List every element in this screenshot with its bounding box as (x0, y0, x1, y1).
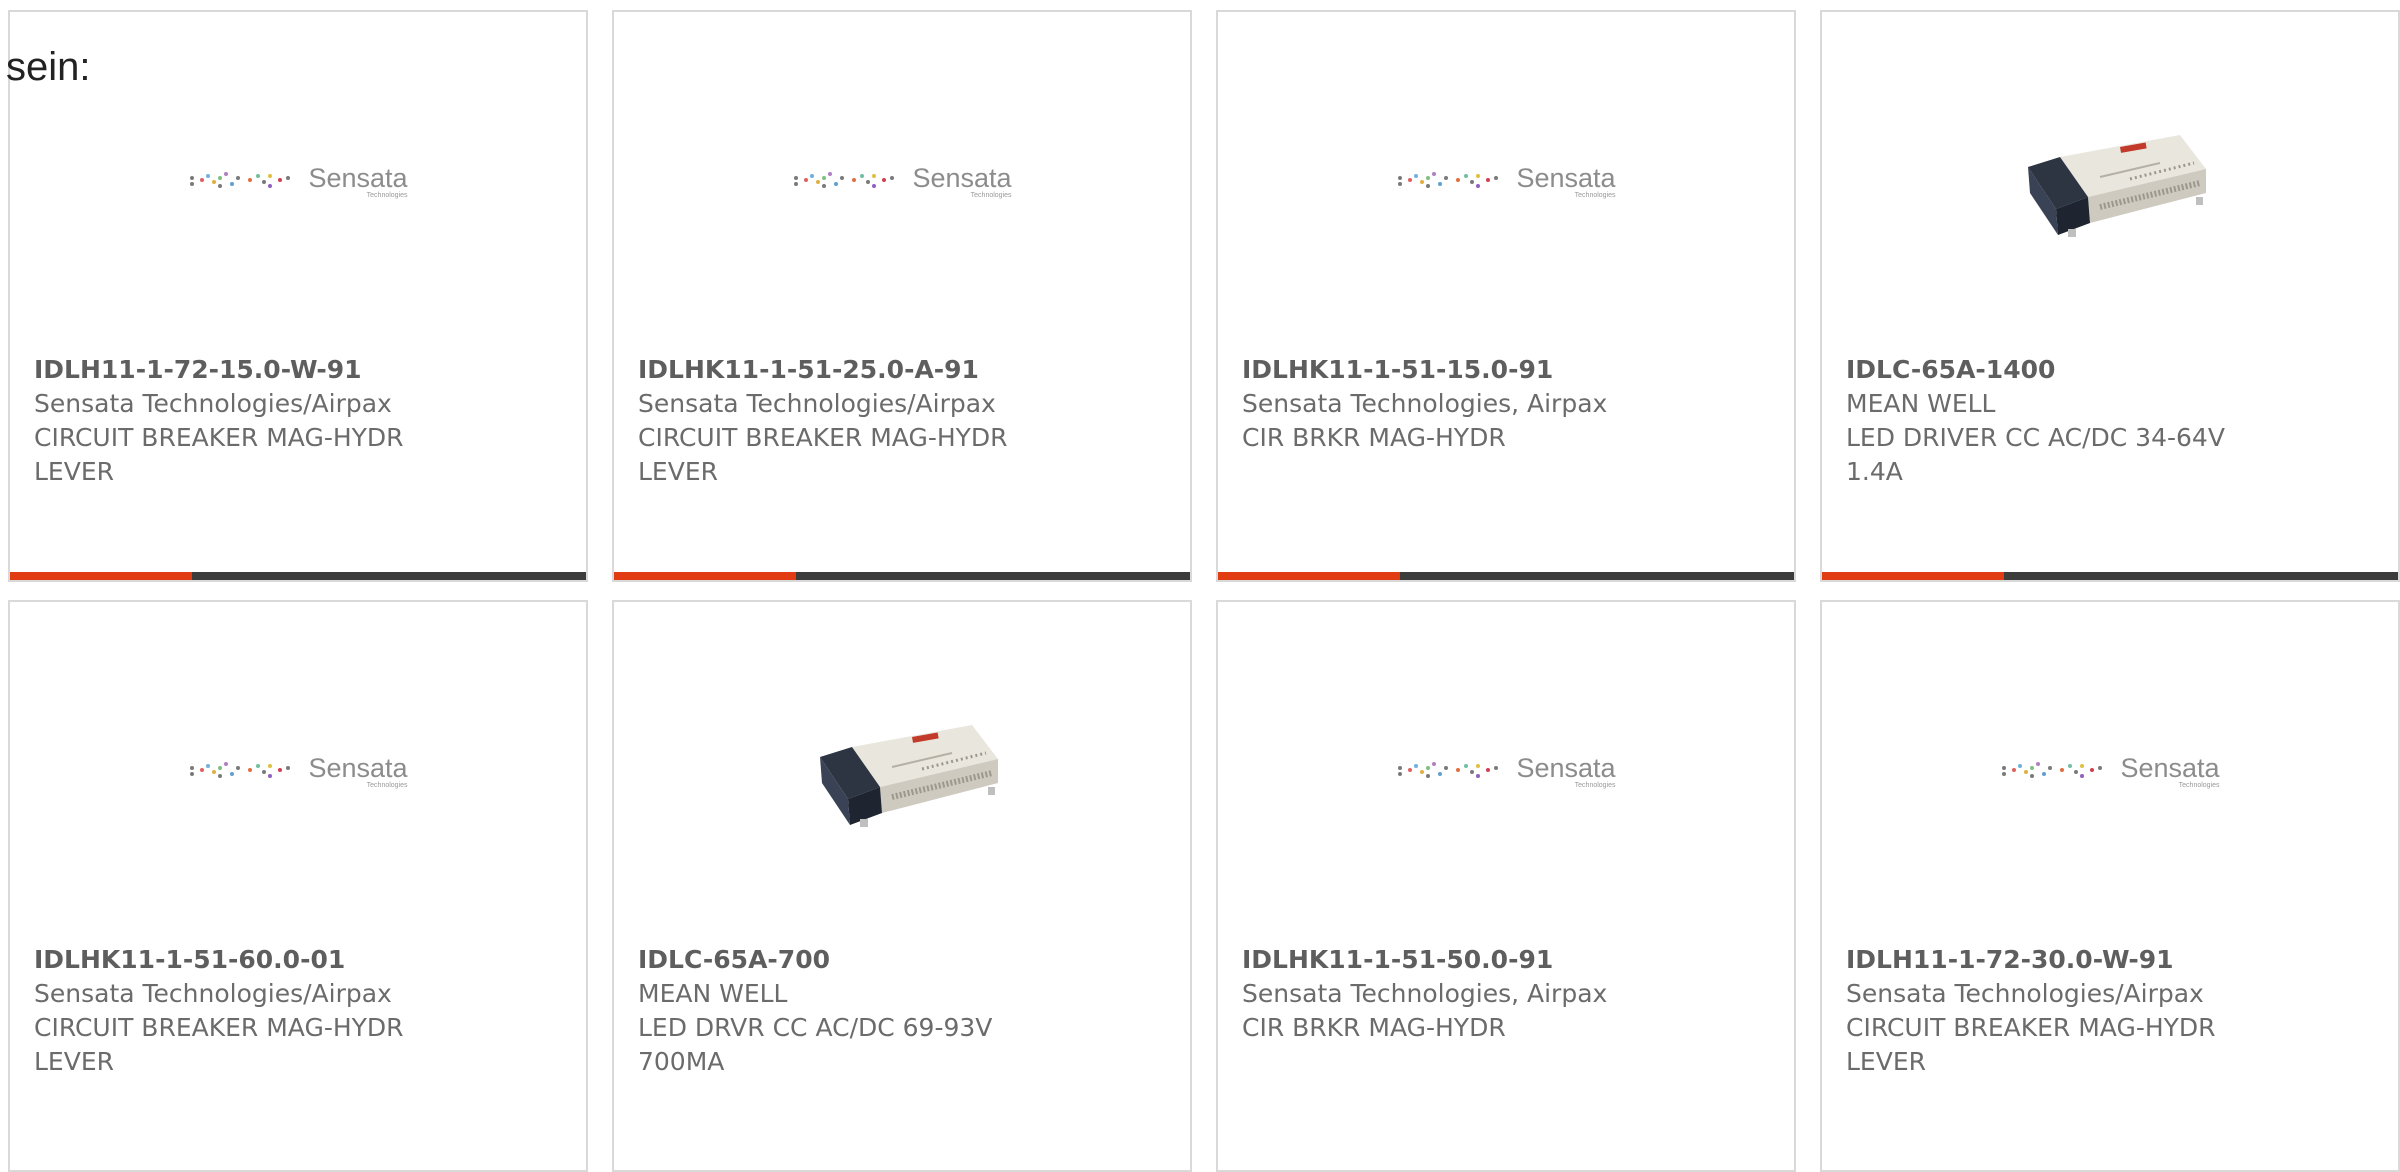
manufacturer: MEAN WELL (1846, 389, 1996, 418)
part-number[interactable]: IDLHK11-1-51-15.0-91 (1242, 353, 1774, 387)
part-number[interactable]: IDLHK11-1-51-50.0-91 (1242, 943, 1774, 977)
description-line-1: CIR BRKR MAG-HYDR (1242, 423, 1506, 452)
product-card[interactable]: Sensata Technologies IDLHK11-1-51-25.0-A… (612, 10, 1192, 582)
sensata-logo: Sensata Technologies (188, 163, 408, 200)
sensata-logo: Sensata Technologies (2000, 753, 2220, 790)
product-image: Sensata Technologies (1822, 602, 2398, 942)
description-line-2: LEVER (34, 1047, 114, 1076)
product-card[interactable]: IDLC-65A-1400 MEAN WELL LED DRIVER CC AC… (1820, 10, 2400, 582)
sensata-dots-icon (2002, 762, 2103, 778)
led-driver-image (2028, 135, 2206, 237)
accent-strip (614, 572, 796, 580)
sensata-dots-icon (190, 172, 291, 188)
sensata-subtitle: Technologies (366, 192, 408, 199)
manufacturer: Sensata Technologies, Airpax (1242, 389, 1608, 418)
product-image: Sensata Technologies (10, 12, 586, 352)
sensata-logo: Sensata Technologies (188, 753, 408, 790)
part-number[interactable]: IDLH11-1-72-30.0-W-91 (1846, 943, 2378, 977)
part-number[interactable]: IDLHK11-1-51-25.0-A-91 (638, 353, 1170, 387)
sensata-dots-icon (794, 172, 895, 188)
manufacturer: Sensata Technologies/Airpax (638, 389, 996, 418)
card-footer-bar (1822, 572, 2398, 580)
product-info: IDLC-65A-700 MEAN WELL LED DRVR CC AC/DC… (638, 943, 1170, 1079)
description-line-1: CIRCUIT BREAKER MAG-HYDR (1846, 1013, 2216, 1042)
sensata-dots-icon (190, 762, 291, 778)
description-line-1: LED DRIVER CC AC/DC 34-64V (1846, 423, 2225, 452)
sensata-wordmark: Sensata (1516, 753, 1616, 783)
sensata-logo: Sensata Technologies (792, 163, 1012, 200)
product-card[interactable]: Sensata Technologies IDLH11-1-72-15.0-W-… (8, 10, 588, 582)
product-image: Sensata Technologies (10, 602, 586, 942)
description-line-1: CIR BRKR MAG-HYDR (1242, 1013, 1506, 1042)
product-card[interactable]: Sensata Technologies IDLHK11-1-51-60.0-0… (8, 600, 588, 1172)
product-card[interactable]: Sensata Technologies IDLH11-1-72-30.0-W-… (1820, 600, 2400, 1172)
card-footer-bar (614, 572, 1190, 580)
product-image: Sensata Technologies (1218, 12, 1794, 352)
description-line-2: LEVER (638, 457, 718, 486)
product-info: IDLHK11-1-51-60.0-01 Sensata Technologie… (34, 943, 566, 1079)
sensata-dots-icon (1398, 172, 1499, 188)
sensata-subtitle: Technologies (1574, 782, 1616, 789)
intro-text: sein: (6, 45, 91, 89)
led-driver-image (820, 725, 998, 827)
sensata-wordmark: Sensata (912, 163, 1012, 193)
manufacturer: Sensata Technologies, Airpax (1242, 979, 1608, 1008)
sensata-wordmark: Sensata (1516, 163, 1616, 193)
product-info: IDLC-65A-1400 MEAN WELL LED DRIVER CC AC… (1846, 353, 2378, 489)
manufacturer: Sensata Technologies/Airpax (1846, 979, 2204, 1008)
part-number[interactable]: IDLH11-1-72-15.0-W-91 (34, 353, 566, 387)
accent-strip (1218, 572, 1400, 580)
card-footer-bar (10, 572, 586, 580)
product-card[interactable]: Sensata Technologies IDLHK11-1-51-50.0-9… (1216, 600, 1796, 1172)
sensata-logo: Sensata Technologies (1396, 163, 1616, 200)
manufacturer: Sensata Technologies/Airpax (34, 979, 392, 1008)
sensata-wordmark: Sensata (308, 753, 408, 783)
description-line-2: LEVER (34, 457, 114, 486)
description-line-2: 1.4A (1846, 457, 1903, 486)
product-image (614, 602, 1190, 942)
description-line-1: LED DRVR CC AC/DC 69-93V (638, 1013, 993, 1042)
product-image: Sensata Technologies (1218, 602, 1794, 942)
part-number[interactable]: IDLC-65A-1400 (1846, 353, 2378, 387)
sensata-wordmark: Sensata (2120, 753, 2220, 783)
description-line-1: CIRCUIT BREAKER MAG-HYDR (638, 423, 1008, 452)
sensata-subtitle: Technologies (970, 192, 1012, 199)
sensata-subtitle: Technologies (366, 782, 408, 789)
product-card[interactable]: IDLC-65A-700 MEAN WELL LED DRVR CC AC/DC… (612, 600, 1192, 1172)
product-grid: Sensata Technologies IDLH11-1-72-15.0-W-… (0, 0, 2400, 1172)
manufacturer: Sensata Technologies/Airpax (34, 389, 392, 418)
part-number[interactable]: IDLC-65A-700 (638, 943, 1170, 977)
description-line-2: 700MA (638, 1047, 725, 1076)
product-info: IDLHK11-1-51-25.0-A-91 Sensata Technolog… (638, 353, 1170, 489)
description-line-1: CIRCUIT BREAKER MAG-HYDR (34, 1013, 404, 1042)
description-line-1: CIRCUIT BREAKER MAG-HYDR (34, 423, 404, 452)
description-line-2: LEVER (1846, 1047, 1926, 1076)
accent-strip (1822, 572, 2004, 580)
accent-strip (10, 572, 192, 580)
sensata-logo: Sensata Technologies (1396, 753, 1616, 790)
sensata-subtitle: Technologies (2178, 782, 2220, 789)
part-number[interactable]: IDLHK11-1-51-60.0-01 (34, 943, 566, 977)
product-info: IDLHK11-1-51-15.0-91 Sensata Technologie… (1242, 353, 1774, 455)
card-footer-bar (1218, 572, 1794, 580)
product-image (1822, 12, 2398, 352)
manufacturer: MEAN WELL (638, 979, 788, 1008)
sensata-subtitle: Technologies (1574, 192, 1616, 199)
product-image: Sensata Technologies (614, 12, 1190, 352)
product-info: IDLH11-1-72-30.0-W-91 Sensata Technologi… (1846, 943, 2378, 1079)
product-card[interactable]: Sensata Technologies IDLHK11-1-51-15.0-9… (1216, 10, 1796, 582)
product-info: IDLH11-1-72-15.0-W-91 Sensata Technologi… (34, 353, 566, 489)
sensata-wordmark: Sensata (308, 163, 408, 193)
product-info: IDLHK11-1-51-50.0-91 Sensata Technologie… (1242, 943, 1774, 1045)
sensata-dots-icon (1398, 762, 1499, 778)
